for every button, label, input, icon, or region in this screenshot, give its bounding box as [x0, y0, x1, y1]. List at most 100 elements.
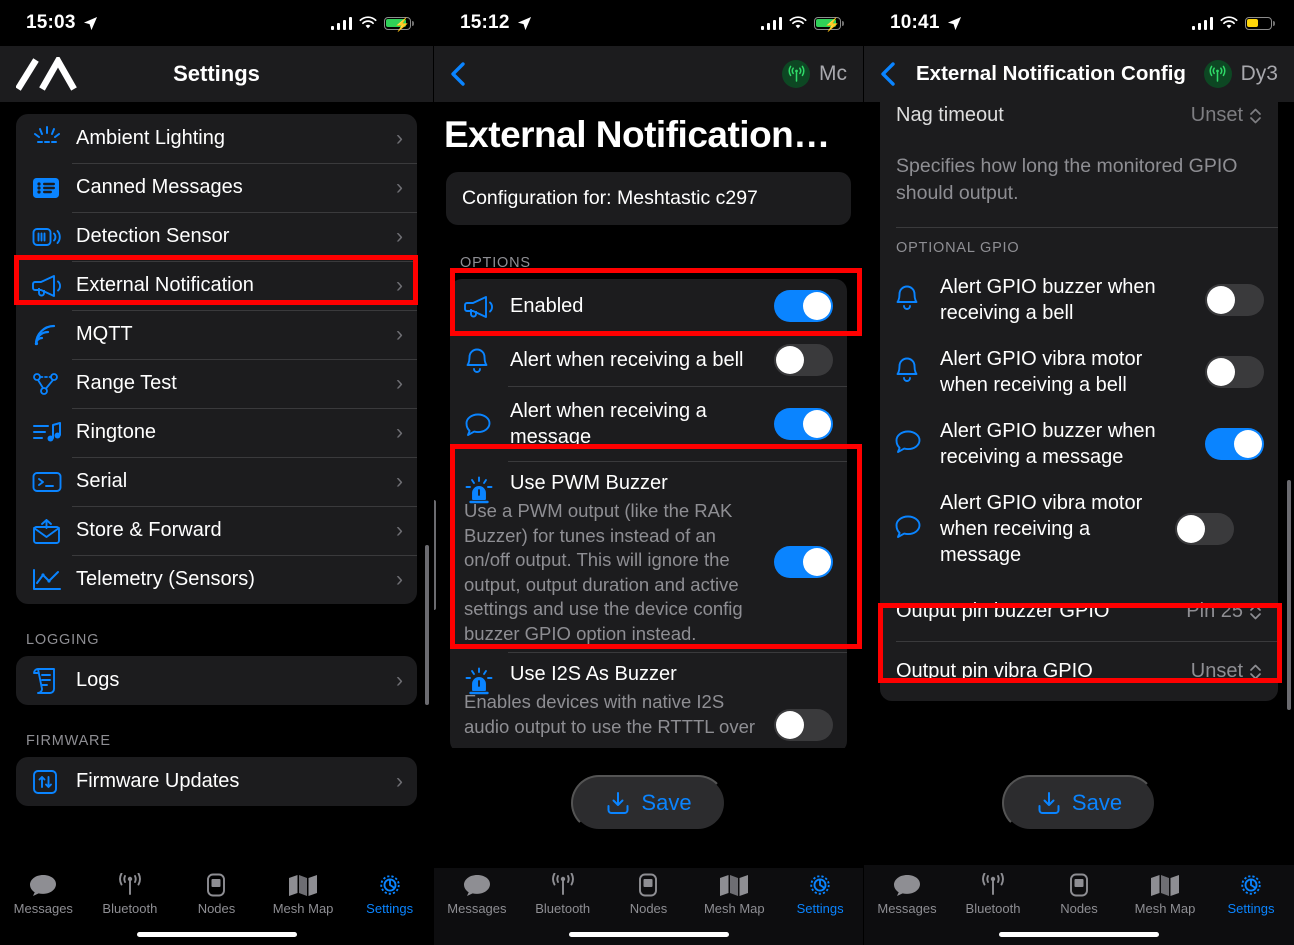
toggle-i2s-buzzer[interactable] [774, 709, 833, 741]
tab-messages[interactable]: Messages [0, 873, 87, 916]
back-chevron-icon[interactable] [446, 59, 472, 89]
tab-nodes[interactable]: Nodes [1036, 873, 1122, 916]
sidebar-item-telemetry[interactable]: Telemetry (Sensors) › [16, 555, 417, 604]
logging-section-header: LOGGING [26, 632, 100, 648]
scroll-indicator[interactable] [434, 500, 436, 610]
sidebar-item-canned-messages[interactable]: Canned Messages › [16, 163, 417, 212]
chevron-right-icon: › [396, 567, 403, 591]
output-pin-vibra-row[interactable]: Output pin vibra GPIO Unset [880, 642, 1278, 701]
toggle-alert-message[interactable] [774, 408, 833, 440]
tab-label: Mesh Map [1134, 901, 1196, 916]
cellular-signal-icon [330, 16, 352, 30]
tab-settings[interactable]: Settings [1208, 873, 1294, 916]
tab-mesh-map[interactable]: Mesh Map [691, 873, 777, 916]
sidebar-item-label: Logs [76, 669, 120, 691]
wifi-icon [1220, 16, 1238, 29]
firmware-section: FIRMWARE Firmware Updates › [0, 733, 433, 806]
save-button[interactable]: Save [571, 775, 726, 831]
option-row-alert-message[interactable]: Alert when receiving a message [450, 387, 847, 461]
location-arrow-icon [83, 16, 97, 30]
option-label: Alert when receiving a bell [510, 349, 744, 371]
chevron-right-icon: › [396, 126, 403, 150]
save-download-icon [1038, 792, 1060, 814]
tab-messages[interactable]: Messages [434, 873, 520, 916]
megaphone-icon [32, 273, 72, 299]
status-bar-left: 15:03 [26, 12, 98, 34]
back-chevron-icon[interactable] [876, 59, 902, 89]
toggle-alert-bell[interactable] [774, 344, 833, 376]
bell-icon [894, 356, 940, 389]
sidebar-item-store-and-forward[interactable]: Store & Forward › [16, 506, 417, 555]
output-pin-buzzer-row[interactable]: Output pin buzzer GPIO Pin 25 [880, 582, 1278, 641]
tab-bluetooth[interactable]: Bluetooth [87, 873, 174, 916]
firmware-updates-icon [32, 769, 72, 795]
tab-mesh-map[interactable]: Mesh Map [1122, 873, 1208, 916]
scroll-indicator[interactable] [425, 545, 429, 705]
bell-icon [464, 345, 510, 375]
option-row-enabled[interactable]: Enabled [450, 279, 847, 333]
toggle-gpio-vibra-bell[interactable] [1205, 356, 1264, 388]
tab-bluetooth[interactable]: Bluetooth [520, 873, 606, 916]
sidebar-item-external-notification[interactable]: External Notification › [16, 261, 417, 310]
bluetooth-signal-icon [119, 873, 141, 895]
mesh-map-icon [289, 875, 318, 896]
chevron-right-icon: › [396, 668, 403, 692]
chevron-right-icon: › [396, 420, 403, 444]
save-button[interactable]: Save [1001, 775, 1157, 831]
options-section-header: OPTIONS [460, 255, 531, 271]
option-description: Use a PWM output (like the RAK Buzzer) f… [464, 500, 743, 644]
option-row-i2s-buzzer[interactable]: Use I2S As Buzzer Enables devices with n… [450, 653, 847, 753]
save-download-icon [607, 792, 629, 814]
sidebar-item-serial[interactable]: Serial › [16, 457, 417, 506]
status-bar: 10:41 [864, 0, 1294, 46]
location-arrow-icon [947, 16, 961, 30]
sidebar-item-detection-sensor[interactable]: Detection Sensor › [16, 212, 417, 261]
status-bar: 15:12 ⚡ [434, 0, 863, 46]
gpio-label: Alert GPIO vibra motor when receiving a … [940, 348, 1143, 396]
toggle-gpio-vibra-message[interactable] [1175, 513, 1234, 545]
toggle-enabled[interactable] [774, 290, 833, 322]
messages-icon [30, 875, 57, 896]
gpio-row-buzzer-bell[interactable]: Alert GPIO buzzer when receiving a bell [880, 264, 1278, 336]
mesh-map-icon [1151, 875, 1179, 896]
option-row-pwm-buzzer[interactable]: Use PWM Buzzer Use a PWM output (like th… [450, 462, 847, 652]
gear-icon [379, 875, 400, 895]
tab-bluetooth[interactable]: Bluetooth [950, 873, 1036, 916]
sidebar-item-ambient-lighting[interactable]: Ambient Lighting › [16, 114, 417, 163]
node-name-label: Dy3 [1240, 62, 1278, 85]
wifi-icon [359, 16, 377, 29]
sidebar-item-logs[interactable]: Logs › [16, 656, 417, 705]
tab-mesh-map[interactable]: Mesh Map [260, 873, 347, 916]
scroll-indicator[interactable] [1287, 480, 1291, 710]
sidebar-item-range-test[interactable]: Range Test › [16, 359, 417, 408]
gpio-row-vibra-bell[interactable]: Alert GPIO vibra motor when receiving a … [880, 336, 1278, 408]
firmware-section-header: FIRMWARE [26, 733, 111, 749]
save-button-area: Save [434, 775, 863, 831]
tab-settings[interactable]: Settings [777, 873, 863, 916]
status-bar-left: 10:41 [890, 12, 962, 34]
node-indicator[interactable]: Dy3 [1203, 60, 1294, 88]
gpio-row-vibra-message[interactable]: Alert GPIO vibra motor when receiving a … [880, 480, 1278, 582]
tab-settings[interactable]: Settings [346, 873, 433, 916]
gpio-row-buzzer-message[interactable]: Alert GPIO buzzer when receiving a messa… [880, 408, 1278, 480]
nag-timeout-row[interactable]: Nag timeout Unset [880, 96, 1278, 137]
tab-label: Nodes [629, 901, 668, 916]
option-text: Enabled [510, 293, 774, 319]
firmware-card: Firmware Updates › [16, 757, 417, 806]
sidebar-item-mqtt[interactable]: MQTT › [16, 310, 417, 359]
toggle-gpio-buzzer-message[interactable] [1205, 428, 1264, 460]
option-description: Enables devices with native I2S audio ou… [464, 691, 756, 737]
chevron-right-icon: › [396, 273, 403, 297]
tab-messages[interactable]: Messages [864, 873, 950, 916]
option-row-alert-bell[interactable]: Alert when receiving a bell [450, 334, 847, 386]
tab-nodes[interactable]: Nodes [606, 873, 692, 916]
tab-nodes[interactable]: Nodes [173, 873, 260, 916]
toggle-gpio-buzzer-bell[interactable] [1205, 284, 1264, 316]
toggle-pwm-buzzer[interactable] [774, 546, 833, 578]
sidebar-item-ringtone[interactable]: Ringtone › [16, 408, 417, 457]
sidebar-item-label: Canned Messages [76, 176, 243, 198]
node-indicator[interactable]: Mc [782, 60, 863, 88]
sidebar-item-label: Store & Forward [76, 519, 222, 541]
node-signal-icon [1203, 60, 1232, 88]
sidebar-item-firmware-updates[interactable]: Firmware Updates › [16, 757, 417, 806]
